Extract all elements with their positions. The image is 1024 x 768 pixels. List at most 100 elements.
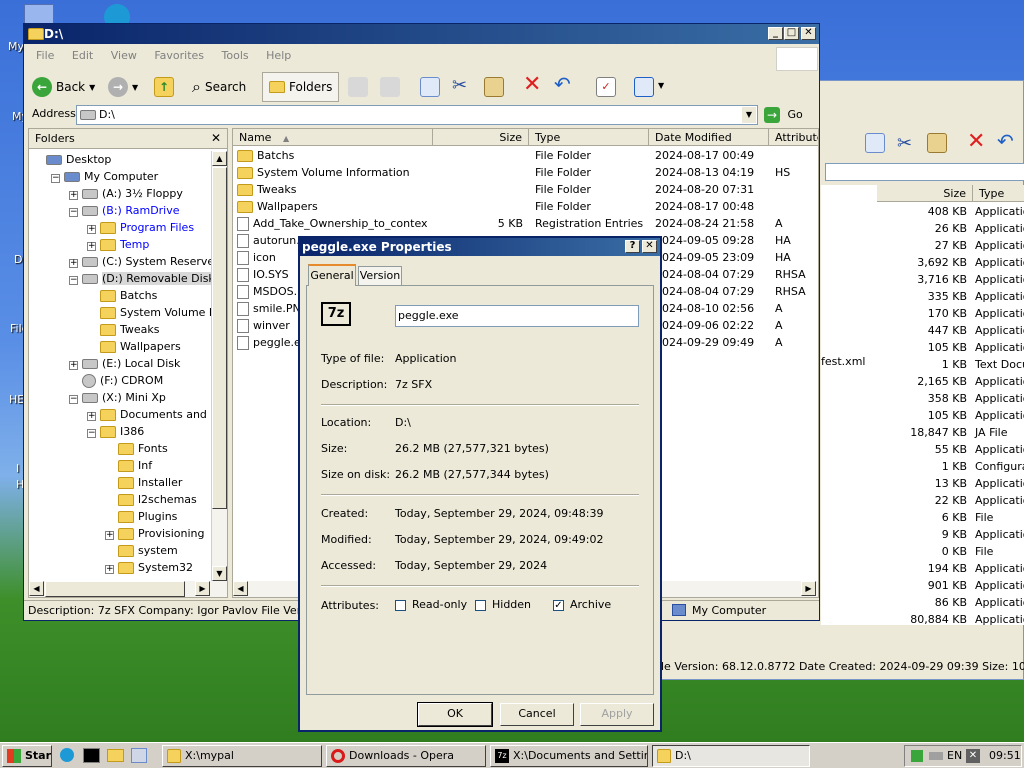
search-button[interactable]: ⌕ Search (192, 72, 246, 102)
drive-tray-icon[interactable] (929, 752, 943, 760)
background-file-row[interactable]: 9 KB Application (821, 526, 1024, 543)
copy-icon[interactable] (420, 77, 440, 97)
window-icon[interactable] (131, 748, 147, 763)
background-file-row[interactable]: 18,847 KB JA File (821, 424, 1024, 441)
task-button-mypal[interactable]: X:\mypal (162, 745, 322, 767)
close-icon[interactable]: ✕ (211, 131, 221, 145)
background-file-row[interactable]: 2,165 KB Application (821, 373, 1024, 390)
folder-icon[interactable] (107, 749, 124, 762)
tree-item[interactable]: + Provisioning (105, 525, 205, 542)
expand-icon[interactable]: + (69, 259, 78, 268)
scroll-right-arrow[interactable]: ▶ (195, 581, 210, 596)
background-file-row[interactable]: 408 KB Application (821, 203, 1024, 220)
copy-to-icon[interactable] (380, 77, 400, 97)
chevron-down-icon[interactable]: ▼ (742, 107, 756, 123)
background-file-row[interactable]: 105 KB Application (821, 407, 1024, 424)
background-file-row[interactable]: 1 KB Configura (821, 458, 1024, 475)
apply-button[interactable]: Apply (580, 703, 654, 726)
background-file-row[interactable]: 6 KB File (821, 509, 1024, 526)
background-address-field[interactable] (825, 163, 1024, 181)
background-file-row[interactable]: 335 KB Application (821, 288, 1024, 305)
tree-item[interactable]: Wallpapers (87, 338, 181, 355)
explorer-title-bar[interactable]: D:\ _ □ ✕ (24, 24, 819, 44)
background-file-row[interactable]: 358 KB Application (821, 390, 1024, 407)
paste-icon[interactable] (927, 133, 947, 153)
cut-icon[interactable]: ✂ (452, 75, 467, 96)
expand-icon[interactable]: + (87, 242, 96, 251)
task-button-explorer[interactable]: D:\ (652, 745, 810, 767)
background-file-row[interactable]: 194 KB Application (821, 560, 1024, 577)
tree-item[interactable]: − (B:) RamDrive (69, 202, 180, 219)
tree-item[interactable]: + Program Files (87, 219, 194, 236)
read-only-checkbox[interactable]: Read-only (395, 598, 467, 611)
tree-vertical-scrollbar[interactable]: ▲ ▼ (211, 151, 227, 581)
column-size[interactable]: Size (877, 185, 973, 202)
up-button[interactable]: ↑ (154, 72, 174, 102)
background-file-row[interactable]: 13 KB Application (821, 475, 1024, 492)
scroll-up-arrow[interactable]: ▲ (212, 151, 227, 166)
tree-item[interactable]: + (A:) 3½ Floppy (69, 185, 183, 202)
tree-item[interactable]: Inf (105, 457, 152, 474)
expand-icon[interactable]: + (87, 225, 96, 234)
tree-item[interactable]: − My Computer (51, 168, 158, 185)
close-button[interactable]: ✕ (642, 240, 657, 253)
background-file-list[interactable]: Size Type fest.xml 408 KBApplication26 K… (821, 185, 1024, 626)
menu-file[interactable]: File (36, 49, 54, 62)
task-button-opera[interactable]: Downloads - Opera (326, 745, 486, 767)
folders-button[interactable]: Folders (262, 72, 340, 102)
background-file-row[interactable]: 901 KB Application (821, 577, 1024, 594)
expand-icon[interactable]: + (87, 412, 96, 421)
menu-help[interactable]: Help (266, 49, 291, 62)
background-file-row[interactable]: 86 KB Application (821, 594, 1024, 611)
back-button[interactable]: ← Back ▼ (32, 72, 95, 102)
scroll-right-arrow[interactable]: ▶ (801, 581, 816, 596)
tab-version[interactable]: Version (358, 266, 402, 286)
tree-item[interactable]: Desktop (33, 151, 111, 168)
language-indicator[interactable]: EN (947, 749, 962, 762)
undo-icon[interactable]: ↶ (997, 129, 1014, 153)
move-to-icon[interactable] (348, 77, 368, 97)
tree-item[interactable]: − (D:) Removable Disk (69, 270, 211, 287)
collapse-icon[interactable]: − (51, 174, 60, 183)
ok-button[interactable]: OK (417, 702, 493, 727)
start-button[interactable]: Start (2, 745, 52, 767)
expand-icon[interactable]: + (69, 361, 78, 370)
tree-item[interactable]: Plugins (105, 508, 177, 525)
column-size[interactable]: Size (433, 129, 529, 146)
close-button[interactable]: ✕ (801, 27, 816, 40)
tree-item[interactable]: + (E:) Local Disk (69, 355, 180, 372)
views-icon[interactable] (634, 77, 654, 97)
tree-item[interactable]: + System32 (105, 559, 193, 576)
background-file-row[interactable]: 105 KB Application (821, 339, 1024, 356)
scroll-down-arrow[interactable]: ▼ (212, 566, 227, 581)
column-type[interactable]: Type (973, 185, 1024, 202)
expand-icon[interactable]: + (105, 565, 114, 574)
column-date-modified[interactable]: Date Modified (649, 129, 769, 146)
tree-item[interactable]: (F:) CDROM (69, 372, 163, 389)
background-file-row[interactable]: 3,692 KB Application (821, 254, 1024, 271)
background-file-row[interactable]: 27 KB Application (821, 237, 1024, 254)
tree-item[interactable]: + Documents and Setti (87, 406, 211, 423)
chevron-down-icon[interactable]: ▼ (658, 81, 664, 90)
collapse-icon[interactable]: − (69, 208, 78, 217)
scroll-left-arrow[interactable]: ◀ (233, 581, 248, 596)
file-row[interactable]: Tweaks File Folder 2024-08-20 07:31 (233, 181, 818, 198)
background-file-row[interactable]: 3,716 KB Application (821, 271, 1024, 288)
hidden-checkbox[interactable]: Hidden (475, 598, 531, 611)
delete-icon[interactable]: ✕ (967, 129, 985, 154)
background-file-row[interactable]: 447 KB Application (821, 322, 1024, 339)
scroll-thumb[interactable] (212, 167, 227, 509)
cut-icon[interactable]: ✂ (897, 133, 912, 154)
minimize-button[interactable]: _ (768, 27, 783, 40)
undo-icon[interactable]: ↶ (554, 72, 571, 96)
forward-button[interactable]: → ▼ (108, 72, 138, 102)
file-row[interactable]: Add_Take_Ownership_to_context... 5 KB Regi… (233, 215, 818, 232)
expand-icon[interactable]: + (105, 531, 114, 540)
tree-item[interactable]: Tweaks (87, 321, 160, 338)
go-button[interactable]: → Go (764, 105, 803, 125)
background-file-row[interactable]: 26 KB Application (821, 220, 1024, 237)
archive-checkbox[interactable]: ✓ Archive (553, 598, 611, 611)
tree-item[interactable]: Batchs (87, 287, 157, 304)
tray-close-icon[interactable]: ✕ (966, 749, 980, 763)
command-prompt-icon[interactable] (83, 748, 100, 763)
